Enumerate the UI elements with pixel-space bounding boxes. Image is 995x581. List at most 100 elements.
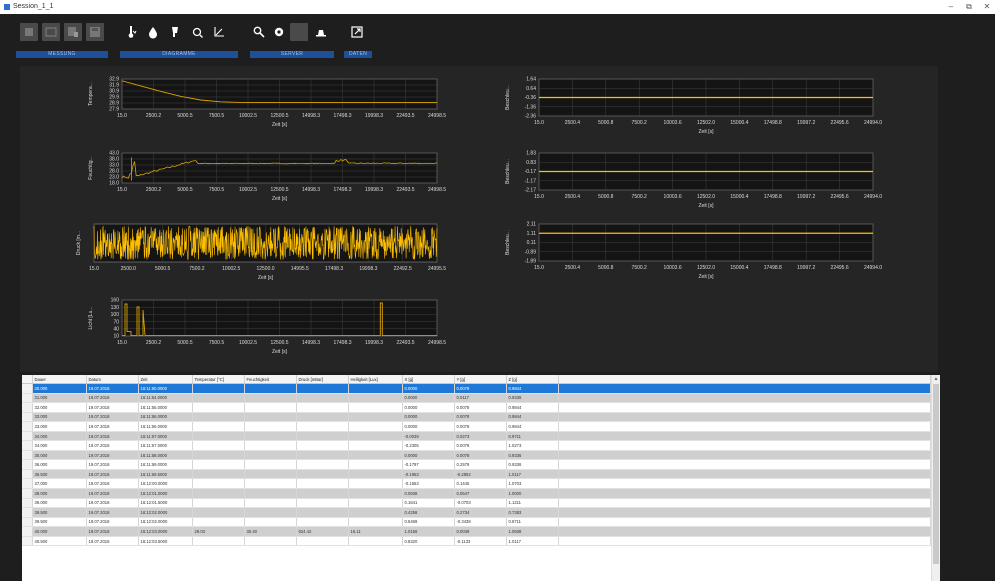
table-cell[interactable]: 0.0078 [454,450,507,461]
row-header[interactable] [22,526,33,537]
table-cell[interactable] [296,478,349,489]
table-cell[interactable]: 16:12:03.5000 [138,536,193,547]
table-cell[interactable]: 16:11:56.0000 [138,421,193,432]
table-cell[interactable]: 16:12:03.0000 [138,526,193,537]
table-row[interactable]: 39.500 19.07.2018 16:12:02.0000 0.5469 -0.34… [22,517,931,528]
table-cell[interactable]: 34.000 [32,440,87,451]
table-cell[interactable] [296,536,349,547]
table-cell[interactable] [348,402,403,413]
table-cell[interactable]: 19.07.2018 [86,507,139,518]
table-cell[interactable]: 40.000 [32,526,87,537]
table-cell[interactable]: 16:11:56.0000 [138,412,193,423]
table-cell[interactable]: 0.0273 [454,431,507,442]
row-header[interactable] [22,498,33,509]
table-cell[interactable]: 0.9844 [506,402,559,413]
table-cell[interactable]: 16:11:58.0000 [138,450,193,461]
table-cell[interactable]: 16:12:00.0000 [138,478,193,489]
column-header[interactable]: Temperatur [°C] [192,375,245,384]
table-cell[interactable]: 19.07.2018 [86,412,139,423]
table-cell[interactable] [296,412,349,423]
table-cell[interactable]: 0.1641 [402,498,455,509]
table-cell[interactable]: 924.42 [296,526,349,537]
settings-button[interactable] [270,23,288,41]
table-cell[interactable]: 19.07.2018 [86,459,139,470]
table-cell[interactable] [296,383,349,394]
table-cell[interactable] [348,431,403,442]
table-cell[interactable]: 16:12:02.0000 [138,507,193,518]
table-cell[interactable]: 1.0938 [506,526,559,537]
export-button[interactable] [348,23,366,41]
brightness-button[interactable] [188,23,206,41]
table-cell[interactable]: 31.000 [32,393,87,404]
table-cell[interactable] [192,450,245,461]
table-cell[interactable]: 0.0000 [402,393,455,404]
table-cell[interactable] [192,393,245,404]
table-row[interactable]: 33.000 19.07.2018 16:11:56.0000 0.0000 0.007… [22,421,931,432]
table-cell[interactable]: 1.0000 [506,488,559,499]
table-cell[interactable] [244,383,297,394]
table-cell[interactable] [296,469,349,480]
table-cell[interactable]: 19.07.2018 [86,488,139,499]
table-row[interactable]: 38.000 19.07.2018 16:12:01.0000 0.0938 0.054… [22,488,931,499]
table-cell[interactable] [244,478,297,489]
table-cell[interactable] [244,469,297,480]
column-header[interactable]: Y [g] [454,375,507,384]
table-cell[interactable] [192,507,245,518]
table-cell[interactable]: 1.1211 [506,498,559,509]
table-cell[interactable]: 0.0000 [402,450,455,461]
pressure-button[interactable] [166,23,184,41]
table-cell[interactable]: 0.0078 [454,440,507,451]
row-header[interactable] [22,517,33,528]
table-cell[interactable]: 0.5469 [402,517,455,528]
row-header[interactable] [22,393,33,404]
table-cell[interactable] [192,488,245,499]
humidity-button[interactable] [144,23,162,41]
table-row[interactable]: 34.000 19.07.2018 16:11:57.0000 -0.0039 0.02… [22,431,931,442]
table-cell[interactable] [296,440,349,451]
table-cell[interactable]: 36.000 [32,459,87,470]
table-cell[interactable]: 0.9844 [506,383,559,394]
close-button[interactable]: ✕ [980,0,994,14]
table-cell[interactable]: 19.07.2018 [86,478,139,489]
table-cell[interactable] [296,431,349,442]
table-row[interactable]: 37.000 19.07.2018 16:12:00.0000 -0.1563 0.14… [22,478,931,489]
table-cell[interactable]: 16:11:59.0000 [138,459,193,470]
stop-button[interactable] [20,23,38,41]
table-cell[interactable]: 1.0273 [506,440,559,451]
table-cell[interactable] [244,459,297,470]
table-row[interactable]: 40.000 19.07.2018 16:12:03.0000 29.03 30.40 9… [22,526,931,537]
table-cell[interactable]: 35.000 [32,450,87,461]
table-cell[interactable]: 39.500 [32,507,87,518]
table-cell[interactable]: 16:12:02.0000 [138,517,193,528]
temperature-button[interactable] [122,23,140,41]
table-cell[interactable]: 0.0117 [454,393,507,404]
table-cell[interactable] [348,488,403,499]
column-header[interactable]: Z [g] [506,375,559,384]
table-cell[interactable]: 19.07.2018 [86,431,139,442]
table-cell[interactable]: 0.2578 [454,459,507,470]
table-cell[interactable]: -0.2305 [402,440,455,451]
row-header[interactable] [22,478,33,489]
table-cell[interactable]: 34.000 [32,431,87,442]
table-cell[interactable] [348,517,403,528]
table-cell[interactable]: 1.0117 [506,469,559,480]
table-cell[interactable]: 33.000 [32,412,87,423]
table-cell[interactable] [244,402,297,413]
table-cell[interactable] [296,450,349,461]
table-cell[interactable]: 39.000 [32,498,87,509]
table-cell[interactable]: 30.000 [32,383,87,394]
table-cell[interactable]: 19.07.2018 [86,383,139,394]
hat-button[interactable] [312,23,330,41]
window-button[interactable] [42,23,60,41]
table-cell[interactable]: 19.07.2018 [86,440,139,451]
table-cell[interactable]: 19.07.2018 [86,450,139,461]
table-cell[interactable] [348,469,403,480]
table-cell[interactable]: -0.0703 [454,498,507,509]
table-cell[interactable]: 0.0938 [402,488,455,499]
table-cell[interactable]: 0.9844 [506,421,559,432]
table-cell[interactable] [296,402,349,413]
table-cell[interactable]: 0.0000 [402,383,455,394]
table-cell[interactable]: 0.0547 [454,488,507,499]
table-cell[interactable]: 19.07.2018 [86,402,139,413]
table-cell[interactable] [244,498,297,509]
